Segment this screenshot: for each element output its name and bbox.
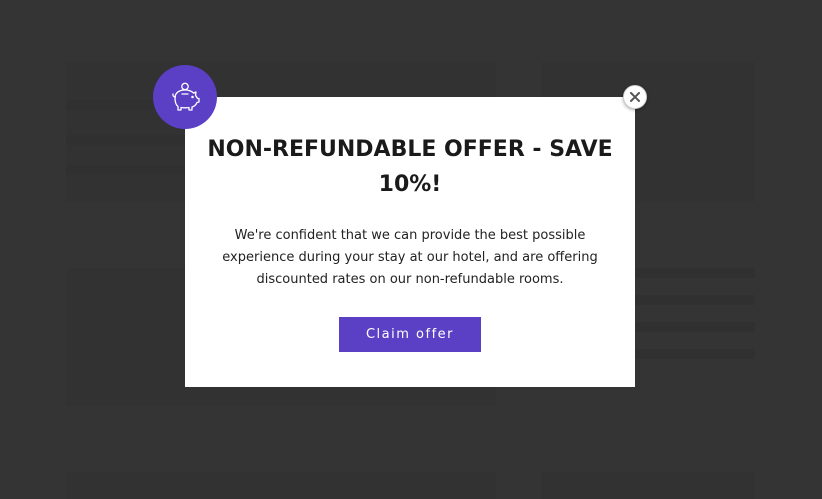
modal-description: We're confident that we can provide the … — [222, 228, 598, 287]
modal-title: NON-REFUNDABLE OFFER - SAVE 10%! — [207, 137, 613, 197]
offer-badge — [153, 65, 217, 129]
claim-offer-button[interactable]: Claim offer — [339, 317, 481, 352]
offer-modal: NON-REFUNDABLE OFFER - SAVE 10%! We're c… — [185, 97, 635, 387]
close-icon — [630, 92, 640, 102]
close-button[interactable] — [623, 85, 647, 109]
piggy-bank-icon — [172, 82, 200, 111]
